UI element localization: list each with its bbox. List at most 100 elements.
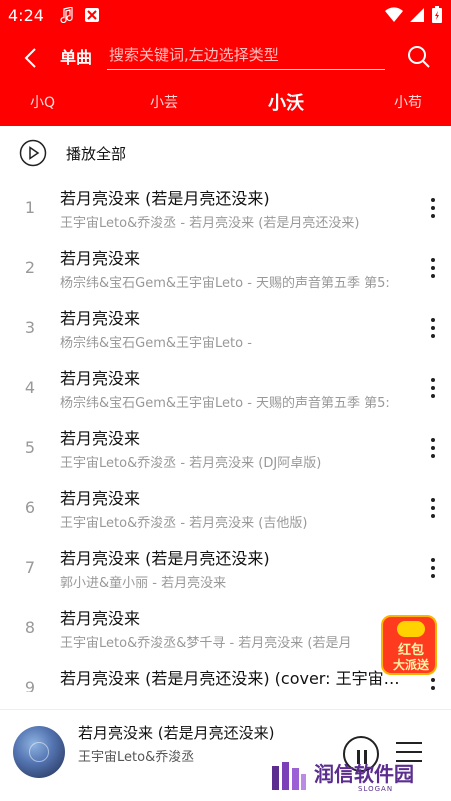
signal-icon — [410, 8, 424, 22]
song-title: 若月亮没来 — [60, 429, 141, 448]
search-header: 单曲 — [0, 32, 451, 84]
more-options-button[interactable] — [425, 376, 441, 400]
status-bar: 4:24 — [0, 0, 451, 32]
song-row[interactable]: 2 若月亮没来 杨宗纬&宝石Gem&王宇宙Leto - 天赐的声音第五季 第5: — [0, 240, 451, 300]
song-subtitle: 杨宗纬&宝石Gem&王宇宙Leto - 天赐的声音第五季 第5: — [60, 276, 390, 291]
tab-xiaogou[interactable]: 小苟 — [394, 92, 422, 112]
song-subtitle: 杨宗纬&宝石Gem&王宇宙Leto - — [60, 336, 252, 351]
more-options-button[interactable] — [425, 496, 441, 520]
song-row[interactable]: 7 若月亮没来 (若是月亮还没来) 郭小进&童小丽 - 若月亮没来 — [0, 540, 451, 600]
more-dot-icon — [431, 438, 435, 442]
song-subtitle: 郭小进&童小丽 - 若月亮没来 — [60, 576, 227, 591]
play-all-row[interactable]: 播放全部 — [0, 132, 451, 176]
more-dot-icon — [431, 274, 435, 278]
song-title: 若月亮没来 — [60, 309, 141, 328]
more-dot-icon — [431, 386, 435, 390]
album-cover[interactable] — [13, 726, 65, 778]
more-dot-icon — [431, 258, 435, 262]
album-cover-art — [29, 742, 49, 762]
song-subtitle: 王宇宙Leto&乔浚丞 - 若月亮没来 (DJ阿卓版) — [60, 456, 322, 471]
more-dot-icon — [431, 394, 435, 398]
song-index: 8 — [24, 618, 36, 637]
wifi-icon — [385, 7, 403, 23]
song-row[interactable]: 6 若月亮没来 王宇宙Leto&乔浚丞 - 若月亮没来 (吉他版) — [0, 480, 451, 540]
song-title: 若月亮没来 (若是月亮还没来) — [60, 189, 270, 208]
chevron-left-icon — [24, 48, 36, 68]
tab-xiaowo[interactable]: 小沃 — [268, 89, 304, 115]
song-title: 若月亮没来 (若是月亮还没来) (cover: 王宇宙… — [60, 669, 400, 688]
more-dot-icon — [431, 574, 435, 578]
song-index: 7 — [24, 558, 36, 577]
song-index: 2 — [24, 258, 36, 277]
song-subtitle: 王宇宙Leto&乔浚丞&梦千寻 - 若月亮没来 (若是月 — [60, 636, 352, 651]
song-title: 若月亮没来 (若是月亮还没来) — [60, 549, 270, 568]
more-options-button[interactable] — [425, 256, 441, 280]
red-envelope-line2: 大派送 — [392, 658, 429, 672]
more-dot-icon — [431, 334, 435, 338]
song-index: 9 — [24, 678, 36, 692]
search-button[interactable] — [403, 40, 435, 74]
more-dot-icon — [431, 378, 435, 382]
more-dot-icon — [431, 686, 435, 690]
more-dot-icon — [431, 326, 435, 330]
song-title: 若月亮没来 — [60, 249, 141, 268]
more-options-button[interactable] — [425, 316, 441, 340]
player-title: 若月亮没来 (若是月亮还没来) — [78, 724, 275, 742]
more-dot-icon — [431, 214, 435, 218]
play-all-label: 播放全部 — [66, 145, 127, 163]
song-subtitle: 王宇宙Leto&乔浚丞 - 若月亮没来 (吉他版) — [60, 516, 308, 531]
notification-icon — [85, 8, 99, 22]
song-subtitle: 王宇宙Leto&乔浚丞 - 若月亮没来 (若是月亮还没来) — [60, 216, 360, 231]
back-button[interactable] — [14, 40, 46, 76]
more-dot-icon — [431, 454, 435, 458]
more-dot-icon — [431, 198, 435, 202]
song-index: 1 — [24, 198, 36, 217]
song-title: 若月亮没来 — [60, 609, 141, 628]
more-options-button[interactable] — [425, 436, 441, 460]
battery-icon — [432, 6, 442, 23]
more-dot-icon — [431, 566, 435, 570]
song-index: 6 — [24, 498, 36, 517]
source-tabs: 小Q 小芸 小沃 小苟 — [0, 84, 451, 126]
player-artist: 王宇宙Leto&乔浚丞 — [78, 750, 195, 765]
song-index: 3 — [24, 318, 36, 337]
search-icon — [408, 46, 430, 68]
more-dot-icon — [431, 506, 435, 510]
watermark: 润信软件园 SLOGAN — [270, 758, 435, 798]
red-envelope-badge[interactable]: 红包 大派送 — [381, 615, 437, 675]
more-options-button[interactable] — [425, 196, 441, 220]
more-dot-icon — [431, 558, 435, 562]
playlist-icon — [396, 751, 422, 753]
more-options-button[interactable] — [425, 556, 441, 580]
watermark-logo-icon — [272, 762, 306, 790]
more-dot-icon — [431, 514, 435, 518]
search-type-selector[interactable]: 单曲 — [60, 44, 92, 68]
search-input[interactable] — [107, 40, 385, 70]
playlist-icon — [396, 742, 422, 744]
play-circle-icon — [19, 139, 47, 167]
tab-xiaoyun[interactable]: 小芸 — [150, 92, 178, 112]
song-row[interactable]: 5 若月亮没来 王宇宙Leto&乔浚丞 - 若月亮没来 (DJ阿卓版) — [0, 420, 451, 480]
song-index: 4 — [24, 378, 36, 397]
status-time: 4:24 — [8, 6, 44, 25]
music-note-icon — [60, 7, 73, 23]
more-options-button[interactable] — [425, 676, 441, 692]
song-row[interactable]: 3 若月亮没来 杨宗纬&宝石Gem&王宇宙Leto - — [0, 300, 451, 360]
song-subtitle: 杨宗纬&宝石Gem&王宇宙Leto - 天赐的声音第五季 第5: — [60, 396, 390, 411]
more-dot-icon — [431, 266, 435, 270]
more-dot-icon — [431, 678, 435, 682]
tab-xiaoq[interactable]: 小Q — [30, 92, 55, 112]
song-title: 若月亮没来 — [60, 489, 141, 508]
watermark-text: 润信软件园 — [314, 762, 414, 786]
more-dot-icon — [431, 446, 435, 450]
watermark-slogan: SLOGAN — [358, 785, 394, 793]
more-dot-icon — [431, 498, 435, 502]
more-dot-icon — [431, 206, 435, 210]
red-envelope-icon: 红包 大派送 — [381, 615, 437, 675]
more-dot-icon — [431, 318, 435, 322]
song-row[interactable]: 1 若月亮没来 (若是月亮还没来) 王宇宙Leto&乔浚丞 - 若月亮没来 (若… — [0, 180, 451, 240]
song-title: 若月亮没来 — [60, 369, 141, 388]
song-index: 5 — [24, 438, 36, 457]
song-row[interactable]: 4 若月亮没来 杨宗纬&宝石Gem&王宇宙Leto - 天赐的声音第五季 第5: — [0, 360, 451, 420]
gold-coin-icon — [397, 621, 425, 637]
